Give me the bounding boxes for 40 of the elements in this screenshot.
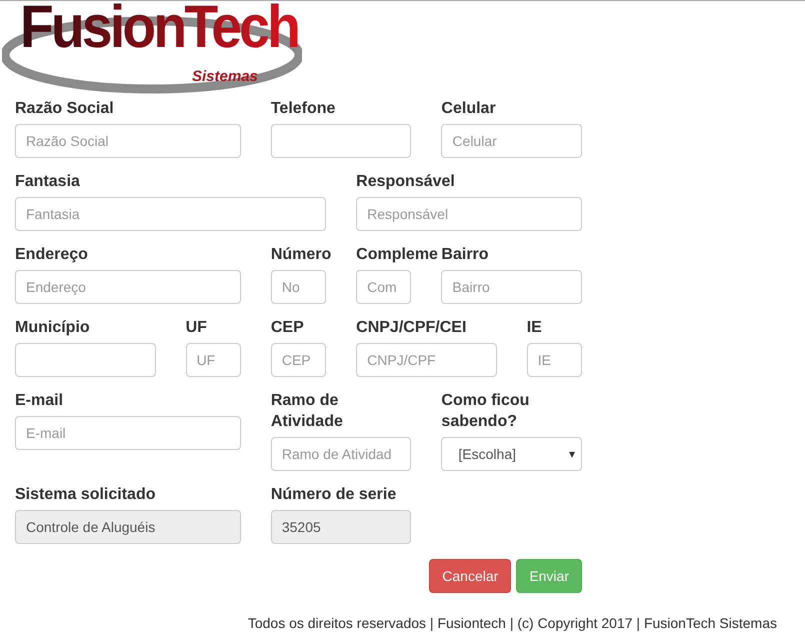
input-field[interactable]: UF — [186, 343, 241, 377]
field-label: Celular — [441, 99, 496, 119]
input-field[interactable]: Ramo de Atividad — [270, 437, 412, 471]
input-field[interactable]: Celular — [441, 124, 582, 158]
caret-icon: ▾ — [569, 447, 575, 461]
field-label: Município — [15, 318, 90, 338]
input-field[interactable] — [15, 343, 156, 377]
field-label: Bairro — [441, 245, 489, 265]
field-label: Endereço — [15, 245, 88, 265]
select-field[interactable]: [Escolha] ▾ — [441, 437, 582, 471]
input-field[interactable]: Com — [356, 270, 412, 304]
field-label: CEP — [270, 318, 304, 338]
field-label: CNPJ/CPF/CEI — [356, 318, 466, 338]
field-label: UF — [186, 318, 207, 338]
input-field[interactable]: Razão Social — [15, 124, 241, 158]
input-field[interactable]: No — [270, 270, 326, 304]
footer-text: Todos os direitos reservados | Fusiontech | (c) Copyright 2017 | FusionTech Sistemas — [248, 615, 777, 632]
input-field[interactable]: Endereço — [15, 270, 241, 304]
input-field[interactable]: Fantasia — [15, 197, 326, 231]
field-label: Fantasia — [15, 172, 80, 192]
input-field[interactable]: Responsável — [356, 197, 582, 231]
cancel-button[interactable]: Cancelar — [429, 559, 512, 593]
field-label: E-mail — [15, 391, 64, 411]
field-label: Ramo de Atividade — [270, 391, 344, 432]
field-label: Como ficou sabendo? — [441, 391, 530, 432]
field-label: Responsável — [356, 172, 455, 192]
input-field[interactable] — [270, 124, 412, 158]
field-label: Sistema solicitado — [15, 485, 156, 505]
field-label: IE — [526, 318, 542, 338]
input-field[interactable]: E-mail — [15, 416, 241, 450]
input-field[interactable]: CEP — [270, 343, 326, 377]
input-field[interactable]: IE — [526, 343, 582, 377]
field-label: Razão Social — [15, 99, 114, 119]
field-label: Número — [270, 245, 332, 265]
field-label: Compleme — [356, 245, 438, 265]
field-label: Número de serie — [270, 485, 396, 505]
logo-subtitle: Sistemas — [192, 69, 258, 84]
input-field[interactable]: CNPJ/CPF — [356, 343, 497, 377]
field-label: Telefone — [270, 99, 336, 119]
input-field[interactable]: Bairro — [441, 270, 582, 304]
